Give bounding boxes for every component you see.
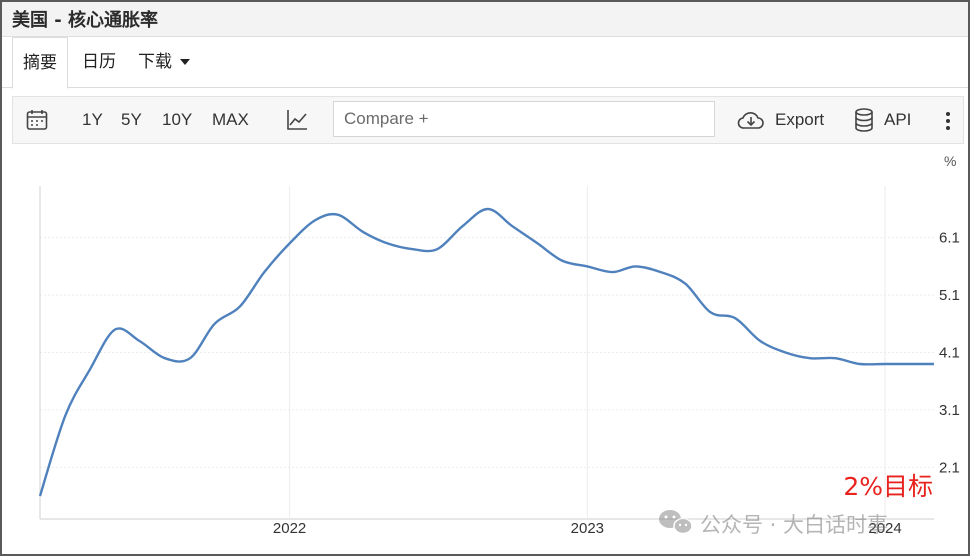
data-point — [312, 217, 318, 223]
data-point — [112, 327, 118, 333]
chart-type-icon[interactable] — [285, 108, 309, 137]
caret-down-icon — [180, 59, 190, 65]
cloud-download-icon[interactable] — [737, 109, 765, 138]
grid-lines — [40, 237, 934, 468]
y-tick-labels: 6.1 5.1 4.1 3.1 2.1 — [939, 230, 960, 477]
tab-calendar[interactable]: 日历 — [82, 37, 116, 87]
y-tick-label: 4.1 — [939, 345, 960, 362]
range-max-button[interactable]: MAX — [212, 97, 249, 143]
data-point — [384, 240, 390, 246]
tab-calendar-label: 日历 — [82, 52, 116, 72]
data-point — [87, 367, 93, 373]
core-inflation-line — [38, 207, 934, 497]
data-point — [708, 309, 714, 315]
x-grid-lines — [289, 186, 886, 519]
tab-download[interactable]: 下载 — [138, 37, 190, 87]
compare-input[interactable] — [333, 101, 715, 137]
tab-bar: 摘要 日历 下载 — [2, 37, 968, 89]
chart-toolbar: 1Y 5Y 10Y MAX Export A — [12, 96, 964, 144]
page-title: 美国 - 核心通胀率 — [12, 10, 159, 31]
data-point — [882, 361, 888, 367]
data-point — [931, 361, 937, 367]
y-tick-label: 5.1 — [939, 287, 960, 304]
data-point — [287, 240, 293, 246]
tab-download-label: 下载 — [138, 52, 172, 72]
export-button[interactable]: Export — [775, 97, 824, 143]
data-point — [658, 269, 664, 275]
data-point — [632, 263, 638, 269]
data-point — [832, 355, 838, 361]
data-point — [37, 493, 43, 499]
data-point — [757, 338, 763, 344]
data-point — [783, 350, 789, 356]
range-5y-button[interactable]: 5Y — [121, 97, 142, 143]
data-point — [62, 413, 68, 419]
x-tick-label: 2022 — [273, 520, 306, 537]
more-vertical-icon[interactable] — [945, 111, 951, 136]
y-tick-label: 2.1 — [939, 459, 960, 476]
data-point — [807, 355, 813, 361]
data-point — [237, 304, 243, 310]
data-point — [559, 258, 565, 264]
data-point — [732, 315, 738, 321]
database-icon[interactable] — [853, 107, 875, 138]
data-point — [410, 246, 416, 252]
chart-window: 美国 - 核心通胀率 摘要 日历 下载 1Y 5Y 10Y MAX Compar… — [0, 0, 970, 556]
data-point — [857, 361, 863, 367]
range-10y-button[interactable]: 10Y — [162, 97, 192, 143]
tab-summary-label: 摘要 — [23, 53, 57, 73]
y-tick-label: 3.1 — [939, 402, 960, 419]
target-annotation: 2%目标 — [843, 472, 933, 501]
data-point — [162, 355, 168, 361]
y-unit-label: % — [944, 153, 956, 169]
line-chart: % 6.15.14.13.12.1 2022 2023 2024 2%目标 公众号 … — [37, 153, 960, 537]
api-button[interactable]: API — [884, 97, 911, 143]
data-point — [335, 212, 341, 218]
data-point — [535, 240, 541, 246]
wechat-icon — [659, 510, 693, 535]
x-tick-label: 2023 — [571, 520, 604, 537]
data-point — [212, 321, 218, 327]
data-point — [610, 269, 616, 275]
watermark: 公众号 · 大白话时事 — [659, 510, 888, 537]
data-point — [485, 206, 491, 212]
data-point — [360, 229, 366, 235]
data-point — [509, 223, 515, 229]
data-point — [137, 338, 143, 344]
data-point — [584, 263, 590, 269]
title-bar: 美国 - 核心通胀率 — [2, 2, 968, 37]
data-point — [187, 355, 193, 361]
data-point — [460, 223, 466, 229]
calendar-icon[interactable] — [25, 108, 49, 137]
data-point — [261, 269, 267, 275]
data-point — [682, 281, 688, 287]
y-tick-label: 6.1 — [939, 230, 960, 247]
watermark-text: 公众号 · 大白话时事 — [700, 513, 888, 537]
tab-summary[interactable]: 摘要 — [12, 37, 68, 89]
range-1y-button[interactable]: 1Y — [82, 97, 103, 143]
data-point — [434, 246, 440, 252]
data-point — [907, 361, 913, 367]
